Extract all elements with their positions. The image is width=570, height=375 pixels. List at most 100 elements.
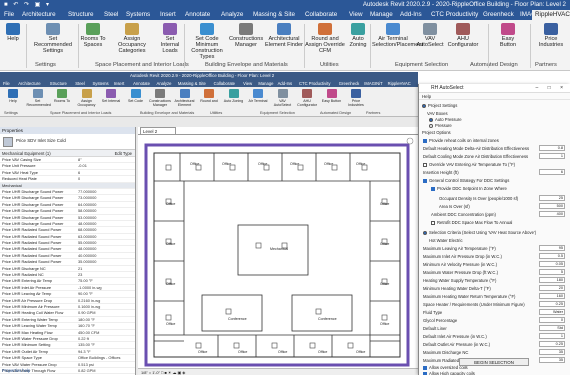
view-control-bar[interactable]: 1/8" = 1'-0" □ ■ ☀ ☁ ▣ ◈	[138, 368, 418, 375]
setting-value-input[interactable]: 0.5	[539, 253, 565, 259]
tab-view[interactable]: View	[349, 10, 363, 20]
setting-value-input[interactable]: 160	[539, 293, 565, 299]
tab-greenheck[interactable]: Greenheck	[483, 10, 514, 20]
architectural-element-finder-button[interactable]: Architectural Element Finder	[264, 23, 304, 48]
set-recommended-settings-button[interactable]: Set Recommended Settings	[30, 23, 76, 54]
inner-tab-annotate[interactable]: Annotate	[133, 80, 150, 87]
price-industries-button[interactable]: Price Industries	[536, 23, 566, 48]
easy-button-button[interactable]: Easy Button	[493, 23, 523, 48]
inner-price-industries-button[interactable]: Price Industries	[345, 89, 367, 107]
setting-value-input[interactable]: 6	[539, 169, 565, 175]
inner-constructions-manager-button[interactable]: Constructions Manager	[149, 89, 171, 107]
setting-value-input[interactable]: 20	[539, 285, 565, 291]
tab-insert[interactable]: Insert	[160, 10, 176, 20]
inner-tab-massing-site[interactable]: Massing & Site	[178, 80, 206, 87]
round-and-assign-override-cfm-button[interactable]: Round and Assign Override CFM	[305, 23, 345, 54]
quick-access-toolbar[interactable]: ■ ↶ ↷ ▣ ▾	[4, 1, 51, 8]
setting-value-input[interactable]: 35	[539, 349, 565, 355]
setting-value-input[interactable]: 95	[539, 245, 565, 251]
tab-file[interactable]: File	[4, 10, 14, 20]
air-terminal-selection-placement-button[interactable]: Air Terminal Selection/Placement	[372, 23, 423, 48]
inner-tab-systems[interactable]: Systems	[93, 80, 109, 87]
tab-annotate[interactable]: Annotate	[185, 10, 210, 20]
setting-value-input[interactable]: 0.8	[539, 145, 565, 151]
floor-plan-canvas[interactable]: Office Office Office Office Office Office Offi…	[138, 134, 418, 368]
setting-value-input[interactable]: 5	[539, 269, 565, 275]
setting-value-input[interactable]: Water	[539, 309, 565, 315]
inner-tab-architecture[interactable]: Architecture	[18, 80, 40, 87]
assign-occupancy-categories-button[interactable]: Assign Occupancy Categories	[109, 23, 155, 54]
inner-tab-ctc-productivity[interactable]: CTC Productivity	[299, 80, 330, 87]
inner-tab-greenheck[interactable]: Greenheck	[339, 80, 359, 87]
inner-tab-imaginit[interactable]: IMAGINiT	[364, 80, 382, 87]
radio-off-icon[interactable]	[429, 123, 433, 128]
checkbox-checked-icon[interactable]	[431, 186, 435, 191]
tab-add-ins[interactable]: Add-Ins	[400, 10, 422, 20]
tab-architecture[interactable]: Architecture	[22, 10, 56, 20]
checkbox-checked-icon[interactable]	[423, 178, 427, 183]
inner-tab-ripplehvac[interactable]: RippleHVAC	[388, 80, 411, 87]
rooms-to-spaces-button[interactable]: Rooms To Spaces	[80, 23, 106, 48]
setting-value-input[interactable]: 35	[539, 357, 565, 363]
tab-analyze[interactable]: Analyze	[221, 10, 243, 20]
setting-value-input[interactable]: 0.25	[539, 301, 565, 307]
help-button[interactable]: Help	[4, 23, 22, 42]
dialog-menu-help[interactable]: Help	[419, 93, 570, 100]
radio-on-icon[interactable]	[429, 117, 433, 122]
setting-value-input[interactable]: 1	[539, 153, 565, 159]
inner-rooms-to-spaces-button[interactable]: Rooms To	[51, 89, 73, 103]
collapse-toggle-icon[interactable]	[422, 103, 426, 108]
inner-tab-analyze[interactable]: Analyze	[157, 80, 172, 87]
inner-tab-manage[interactable]: Manage	[258, 80, 273, 87]
tab-ctc-productivity[interactable]: CTC Productivity	[431, 10, 478, 20]
edit-type-button[interactable]: Edit Type	[115, 150, 132, 157]
begin-selection-button[interactable]: BEGIN SELECTION	[459, 358, 529, 366]
inner-vav-autoselect-button[interactable]: VAV AutoSelect	[272, 89, 294, 107]
inner-tab-collaborate[interactable]: Collaborate	[214, 80, 235, 87]
setting-value-input[interactable]: 0	[539, 317, 565, 323]
inner-air-terminal-selection-placement-button[interactable]: Air Terminal	[247, 89, 269, 103]
inner-assign-occupancy-categories-button[interactable]: Assign Occupancy	[76, 89, 98, 107]
inner-ahu-configurator-button[interactable]: AHU Configurator	[296, 89, 318, 107]
window-controls[interactable]: – □ ×	[536, 84, 568, 93]
inner-help-button[interactable]: Help	[2, 89, 24, 103]
setting-value-input[interactable]: Std	[539, 325, 565, 331]
inner-tab-file[interactable]: File	[3, 80, 10, 87]
inner-tab-steel[interactable]: Steel	[75, 80, 85, 87]
inner-set-code-minimum-construction-types-button[interactable]: Set Code	[125, 89, 147, 103]
inner-tab-insert[interactable]: Insert	[114, 80, 124, 87]
radio-on-icon[interactable]	[423, 230, 427, 235]
tab-ripplehvac[interactable]: RippleHVAC	[532, 10, 570, 20]
inner-set-recommended-settings-button[interactable]: Set Recommended	[27, 89, 51, 107]
inner-architectural-element-finder-button[interactable]: Architectural Element	[174, 89, 196, 107]
inner-auto-zoning-button[interactable]: Auto Zoning	[223, 89, 245, 103]
ahu-configurator-button[interactable]: AHU Configurator	[446, 23, 480, 48]
setting-value-input[interactable]: 500	[539, 203, 565, 209]
checkbox-checked-icon[interactable]	[423, 371, 427, 375]
inner-tab-view[interactable]: View	[243, 80, 252, 87]
tab-structure[interactable]: Structure	[68, 10, 94, 20]
tab-systems[interactable]: Systems	[126, 10, 150, 20]
setting-value-input[interactable]: 400	[539, 211, 565, 217]
tab-collaborate[interactable]: Collaborate	[305, 10, 337, 20]
type-selector[interactable]: Price SDV Inlet Size Cold	[0, 134, 135, 150]
inner-easy-button-button[interactable]: Easy Button	[321, 89, 343, 103]
checkbox-checked-icon[interactable]	[423, 138, 427, 143]
setting-value-input[interactable]: 25	[539, 195, 565, 201]
checkbox-empty-icon[interactable]	[431, 220, 435, 225]
checkbox-empty-icon[interactable]	[423, 162, 427, 167]
setting-value-input[interactable]: 1	[539, 333, 565, 339]
setting-value-input[interactable]: 180	[539, 277, 565, 283]
instance-category[interactable]: Mechanical Equipment (1) Edit Type	[0, 150, 135, 157]
view-tab-level-2[interactable]: Level 2	[140, 127, 176, 134]
setting-value-input[interactable]: 0.25	[539, 341, 565, 347]
inner-set-internal-loads-button[interactable]: Set Internal	[100, 89, 122, 103]
setting-value-input[interactable]: 0.05	[539, 261, 565, 267]
tab-steel[interactable]: Steel	[104, 10, 118, 20]
constructions-manager-button[interactable]: Constructions Manager	[229, 23, 263, 48]
set-code-minimum-construction-types-button[interactable]: Set Code Minimum Construction Types	[186, 23, 228, 60]
checkbox-checked-icon[interactable]	[423, 365, 427, 370]
vav-autoselect-button[interactable]: VAV AutoSelect	[416, 23, 444, 48]
tab-massing-site[interactable]: Massing & Site	[253, 10, 295, 20]
inner-round-and-assign-override-cfm-button[interactable]: Round and	[198, 89, 220, 103]
